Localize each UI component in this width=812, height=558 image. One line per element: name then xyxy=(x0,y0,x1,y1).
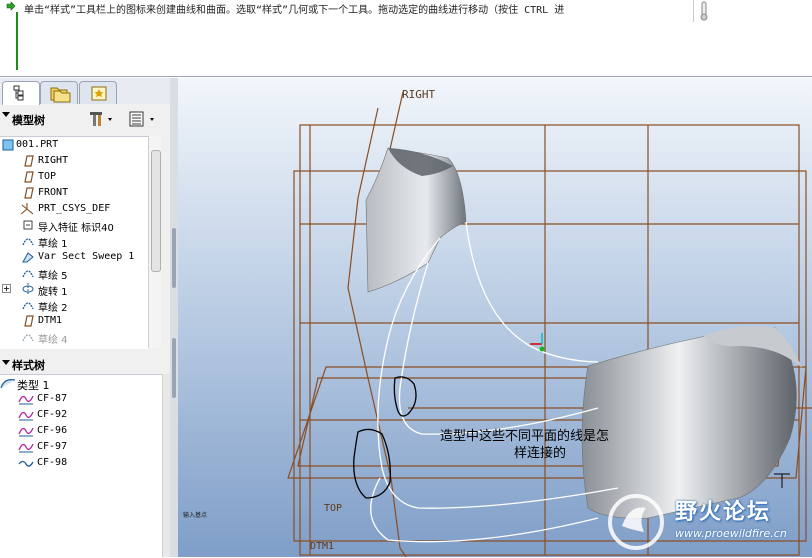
tree-item-label: CF-96 xyxy=(37,425,68,436)
model-tree-scrollbar[interactable] xyxy=(148,136,161,348)
message-area: 单击“样式”工具栏上的图标来创建曲线和曲面。选取“样式”几何或下一个工具。拖动选… xyxy=(0,0,812,77)
thermometer-icon xyxy=(700,1,708,21)
right-plane-label: RIGHT xyxy=(402,88,435,101)
style-curve-icon xyxy=(18,427,34,437)
annotation-question: 造型中这些不同平面的线是怎 样连接的 xyxy=(440,428,690,462)
collapse-caret-icon xyxy=(2,360,10,365)
tree-settings-icon[interactable] xyxy=(88,110,118,128)
expand-plus-icon[interactable] xyxy=(2,284,11,293)
tree-item-label: 类型 1 xyxy=(17,379,50,392)
datum-plane-icon xyxy=(24,187,34,199)
style-curve-icon xyxy=(18,395,34,405)
datum-plane-icon xyxy=(24,155,34,167)
message-text: 单击“样式”工具栏上的图标来创建曲线和曲面。选取“样式”几何或下一个工具。拖动选… xyxy=(24,5,565,16)
tree-item-label: 草绘 2 xyxy=(38,303,68,314)
style-type-icon xyxy=(0,379,16,389)
style-curve-icon xyxy=(18,411,34,421)
show-columns-icon[interactable] xyxy=(128,110,160,128)
datum-plane-icon xyxy=(24,171,34,183)
top-plane-label: TOP xyxy=(324,503,342,514)
sketch-loops xyxy=(353,376,417,499)
tree-item-label: 旋转 1 xyxy=(38,287,68,298)
style-tree-header[interactable]: 样式树 xyxy=(0,354,170,374)
revolve-icon xyxy=(22,283,34,295)
sketch-icon xyxy=(22,334,34,342)
tree-item-label: CF-92 xyxy=(37,409,68,420)
watermark-title: 野火论坛 xyxy=(675,500,772,525)
status-hint-label: 输入基点 xyxy=(183,512,208,519)
watermark-url: www.proewildfire.cn xyxy=(675,527,787,540)
tree-item-label: 草绘 5 xyxy=(38,271,68,282)
sketch-icon xyxy=(22,302,34,310)
message-scroll-button[interactable] xyxy=(693,0,714,22)
sketch-icon xyxy=(22,238,34,246)
scrollbar-thumb[interactable] xyxy=(151,150,161,272)
model-tree-list: 001.PRT RIGHT TOP FRONT PRT_CSYS_DEF 导入特… xyxy=(0,136,148,349)
annotation-line-1: 造型中这些不同平面的线是怎 xyxy=(440,429,610,444)
dtm1-plane-label: DTM1 xyxy=(310,541,334,552)
sash-grip[interactable] xyxy=(172,338,176,398)
tree-item-label: 草绘 4 xyxy=(38,335,68,346)
import-feature-icon xyxy=(23,220,33,230)
tree-item-label: CF-98 xyxy=(37,457,68,468)
model-tree-header[interactable]: 模型树 xyxy=(0,106,170,132)
annotation-line-2: 样连接的 xyxy=(514,446,567,461)
csys-icon xyxy=(20,203,34,215)
tree-item-label: FRONT xyxy=(38,187,69,198)
navigator-tabs xyxy=(0,78,170,105)
graphics-viewport[interactable]: RIGHT TOP DTM1 造型中这些不同平面的线是怎 样连接的 输入基点 野… xyxy=(178,78,812,557)
tab-favorites[interactable] xyxy=(79,81,117,104)
tree-item-label: TOP xyxy=(38,171,57,182)
collapse-caret-icon xyxy=(2,112,10,117)
model-tree-title: 模型树 xyxy=(12,114,45,127)
tree-item-label: 001.PRT xyxy=(16,139,59,150)
style-tree-title: 样式树 xyxy=(12,359,45,372)
favorites-tab-icon xyxy=(91,86,107,101)
tree-item-label: DTM1 xyxy=(38,315,63,326)
sketch-icon xyxy=(22,270,34,278)
tab-model-tree[interactable] xyxy=(2,81,40,105)
tree-item-label: 导入特征 标识40 xyxy=(38,223,114,234)
message-arrow-icon xyxy=(6,1,16,11)
tree-item-label: Var Sect Sweep 1 xyxy=(38,251,135,262)
csys-marker xyxy=(530,333,545,352)
tree-item-label: 草绘 1 xyxy=(38,239,68,250)
tree-item-label: CF-97 xyxy=(37,441,68,452)
folder-browser-tab-icon xyxy=(50,87,71,103)
part-icon xyxy=(2,139,14,151)
style-tree-list: 类型 1 CF-87 CF-92 CF-96 CF-97 CF-98 xyxy=(0,374,162,558)
tree-item-label: PRT_CSYS_DEF xyxy=(38,203,111,214)
model-tree-tab-icon xyxy=(13,85,24,101)
datum-plane-icon xyxy=(24,315,34,327)
tree-item-label: CF-87 xyxy=(37,393,68,404)
navigator-panel: 模型树 001.PRT RIGHT TOP FRONT PRT_CSYS_DEF… xyxy=(0,78,171,558)
sash-grip[interactable] xyxy=(172,228,176,288)
panel-sash[interactable] xyxy=(170,78,178,557)
tree-item-label: RIGHT xyxy=(38,155,69,166)
tab-folder-browser[interactable] xyxy=(40,81,78,104)
forum-watermark: 野火论坛 www.proewildfire.cn xyxy=(600,486,812,557)
style-curve-icon xyxy=(18,443,34,453)
forum-logo-icon xyxy=(608,494,664,550)
style-curve-planar-icon xyxy=(18,460,34,467)
sweep-icon xyxy=(22,252,34,263)
message-divider xyxy=(16,12,18,70)
